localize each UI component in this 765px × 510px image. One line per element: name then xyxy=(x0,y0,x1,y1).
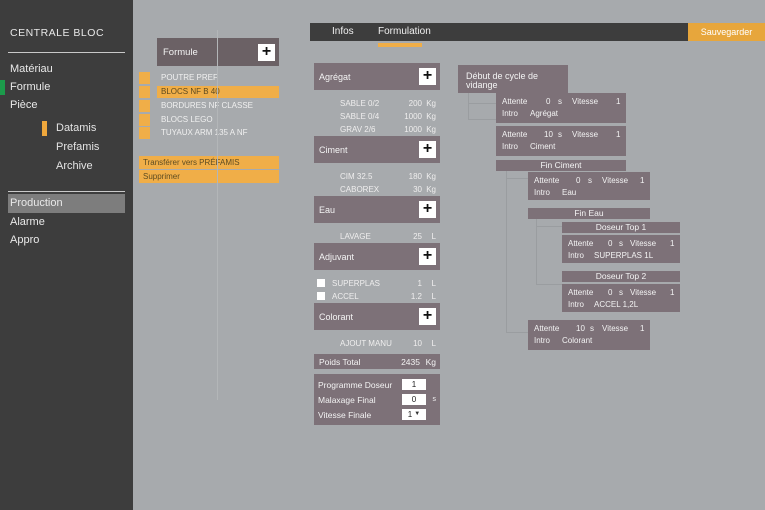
list-item[interactable]: POUTRE PREF xyxy=(157,72,279,84)
vitesse-value: 1 xyxy=(640,324,645,333)
formula-color-swatch[interactable] xyxy=(139,100,150,112)
intro-label: Intro xyxy=(568,300,585,309)
flow-bar-fin-ciment[interactable]: Fin Ciment xyxy=(496,160,626,171)
flow-step-superplas[interactable]: Attente 0 s Vitesse 1 Intro SUPERPLAS 1L xyxy=(562,235,680,263)
attente-unit: s xyxy=(558,97,562,106)
attente-value: 0 xyxy=(608,239,613,248)
sidebar: CENTRALE BLOC Matériau Formule Pièce Dat… xyxy=(0,0,133,510)
attente-unit: s xyxy=(619,239,623,248)
attente-label: Attente xyxy=(568,239,594,248)
intro-value: Agrégat xyxy=(530,109,559,118)
vitesse-label: Vitesse xyxy=(572,97,599,106)
connector xyxy=(506,171,507,333)
flow-step-ciment[interactable]: Attente 10 s Vitesse 1 Intro Ciment xyxy=(496,126,626,156)
intro-value: SUPERPLAS 1L xyxy=(594,251,654,260)
list-item-selected[interactable]: BLOCS NF B 40 xyxy=(157,86,279,98)
vitesse-value: 1 xyxy=(670,288,675,297)
transfer-to-prefamis-button[interactable]: Transférer vers PRÉFAMIS xyxy=(139,156,279,169)
formula-list-panel: Formule + POUTRE PREF BLOCS NF B 40 BORD… xyxy=(133,0,288,510)
attente-value: 0 xyxy=(576,176,581,185)
attente-unit: s xyxy=(619,288,623,297)
vitesse-label: Vitesse xyxy=(630,239,657,248)
list-item[interactable]: BLOCS LEGO xyxy=(157,114,279,126)
attente-value: 10 xyxy=(576,324,585,333)
formula-list-header: Formule + xyxy=(157,38,279,66)
attente-value: 0 xyxy=(546,97,551,106)
vitesse-label: Vitesse xyxy=(602,176,629,185)
connector xyxy=(536,284,562,285)
flow-start-box[interactable]: Début de cycle de vidange xyxy=(458,65,568,93)
cycle-flow-diagram: Début de cycle de vidange Attente 0 s Vi… xyxy=(288,0,765,510)
sidebar-divider-bottom xyxy=(8,191,125,192)
attente-label: Attente xyxy=(502,97,528,106)
attente-unit: s xyxy=(588,176,592,185)
flow-step-eau[interactable]: Attente 0 s Vitesse 1 Intro Eau xyxy=(528,172,650,200)
flow-start-label: Début de cycle de vidange xyxy=(466,71,539,90)
flow-step-colorant[interactable]: Attente 10 s Vitesse 1 Intro Colorant xyxy=(528,320,650,350)
formula-color-swatch[interactable] xyxy=(139,114,150,126)
attente-label: Attente xyxy=(534,176,560,185)
intro-value: Eau xyxy=(562,188,577,197)
sidebar-item-archive[interactable]: Archive xyxy=(8,157,125,176)
flow-bar-doseur-top-2[interactable]: Doseur Top 2 xyxy=(562,271,680,282)
connector xyxy=(536,219,537,285)
connector xyxy=(536,226,562,227)
intro-value: ACCEL 1,2L xyxy=(594,300,639,309)
flow-step-accel[interactable]: Attente 0 s Vitesse 1 Intro ACCEL 1,2L xyxy=(562,284,680,312)
intro-label: Intro xyxy=(568,251,585,260)
vitesse-value: 1 xyxy=(616,130,621,139)
sidebar-item-piece[interactable]: Pièce xyxy=(8,96,125,115)
plus-icon[interactable]: + xyxy=(258,43,275,61)
application-window: CENTRALE BLOC Matériau Formule Pièce Dat… xyxy=(0,0,765,510)
formula-color-swatch[interactable] xyxy=(139,72,150,84)
intro-label: Intro xyxy=(502,109,519,118)
connector xyxy=(468,93,469,120)
vitesse-label: Vitesse xyxy=(602,324,629,333)
formula-list-title: Formule xyxy=(163,46,198,58)
attente-label: Attente xyxy=(568,288,594,297)
flow-bar-fin-eau[interactable]: Fin Eau xyxy=(528,208,650,219)
page-title: CENTRALE BLOC xyxy=(10,27,105,39)
list-item[interactable]: BORDURES NF CLASSE xyxy=(157,100,279,112)
flow-bar-doseur-top-1[interactable]: Doseur Top 1 xyxy=(562,222,680,233)
connector xyxy=(468,119,496,120)
sidebar-divider-top xyxy=(8,52,125,53)
sidebar-item-materiau[interactable]: Matériau xyxy=(8,60,125,79)
vitesse-value: 1 xyxy=(640,176,645,185)
connector xyxy=(506,332,528,333)
attente-value: 10 xyxy=(544,130,553,139)
attente-unit: s xyxy=(558,130,562,139)
attente-label: Attente xyxy=(534,324,560,333)
sidebar-item-prefamis[interactable]: Prefamis xyxy=(8,138,125,157)
sidebar-item-formule[interactable]: Formule xyxy=(0,78,125,97)
main-content: Infos Formulation Sauvegarder Agrégat + … xyxy=(288,0,765,510)
intro-value: Colorant xyxy=(562,336,593,345)
flow-step-agregat[interactable]: Attente 0 s Vitesse 1 Intro Agrégat xyxy=(496,93,626,123)
formula-color-swatch[interactable] xyxy=(139,127,150,139)
sidebar-item-production[interactable]: Production xyxy=(8,194,125,213)
attente-value: 0 xyxy=(608,288,613,297)
vitesse-label: Vitesse xyxy=(572,130,599,139)
intro-value: Ciment xyxy=(530,142,556,151)
intro-label: Intro xyxy=(534,336,551,345)
sidebar-item-appro[interactable]: Appro xyxy=(8,231,125,250)
formula-color-swatch[interactable] xyxy=(139,86,150,98)
sidebar-item-datamis[interactable]: Datamis xyxy=(8,119,125,138)
sidebar-item-alarme[interactable]: Alarme xyxy=(8,213,125,232)
connector xyxy=(468,103,496,104)
list-item[interactable]: TUYAUX ARM 135 A NF xyxy=(157,127,279,139)
attente-unit: s xyxy=(590,324,594,333)
delete-button[interactable]: Supprimer xyxy=(139,170,279,183)
attente-label: Attente xyxy=(502,130,528,139)
intro-label: Intro xyxy=(502,142,519,151)
vitesse-value: 1 xyxy=(670,239,675,248)
intro-label: Intro xyxy=(534,188,551,197)
vitesse-label: Vitesse xyxy=(630,288,657,297)
vitesse-value: 1 xyxy=(616,97,621,106)
connector xyxy=(506,178,528,179)
